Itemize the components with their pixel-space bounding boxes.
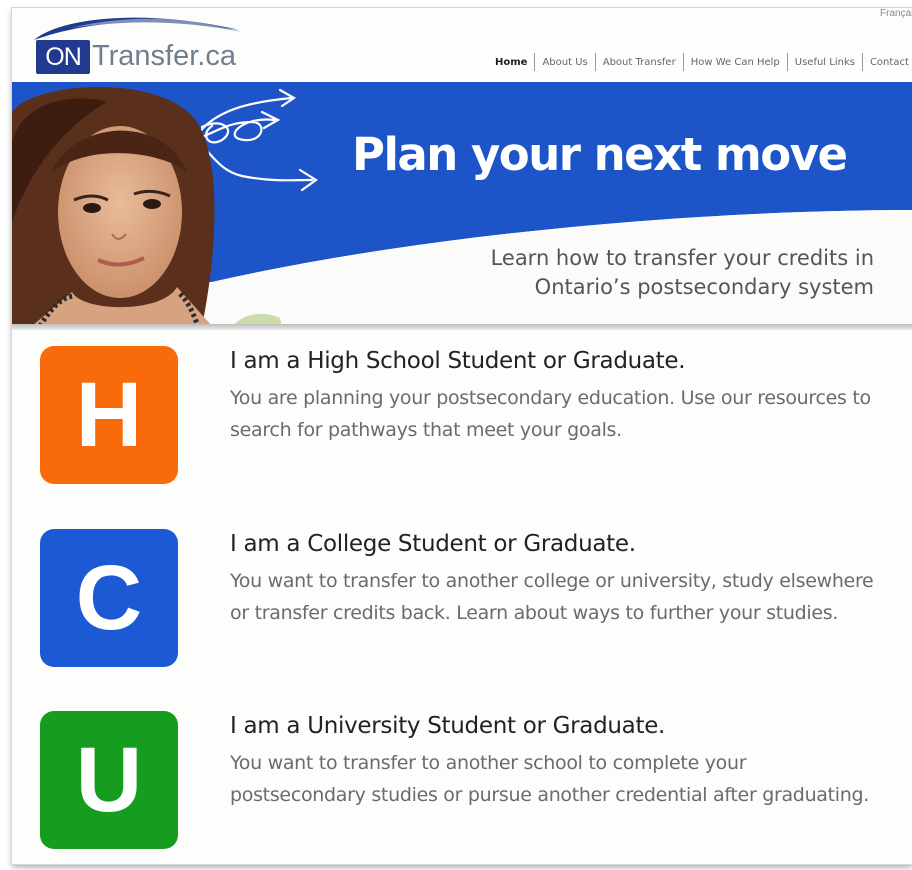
nav-about-us[interactable]: About Us xyxy=(535,57,594,68)
card-title[interactable]: I am a College Student or Graduate. xyxy=(230,531,636,557)
card-description-line: You want to transfer to another college … xyxy=(230,570,874,592)
card-description-line: search for pathways that meet your goals… xyxy=(230,419,622,441)
hero-banner: Plan your next move Learn how to transfe… xyxy=(12,82,912,326)
hero-subtitle-line: Learn how to transfer your credits in xyxy=(490,246,874,270)
nav-contact-us[interactable]: Contact Us xyxy=(863,57,912,68)
card-description-line: You are planning your postsecondary educ… xyxy=(230,387,871,409)
card-description-line: postsecondary studies or pursue another … xyxy=(230,784,870,806)
nav-how-we-can-help[interactable]: How We Can Help xyxy=(684,57,787,68)
card-description-line: or transfer credits back. Learn about wa… xyxy=(230,602,839,624)
college-badge-icon[interactable]: C xyxy=(40,529,178,667)
card-title[interactable]: I am a University Student or Graduate. xyxy=(230,713,665,739)
language-link[interactable]: Français xyxy=(880,8,912,19)
hero-divider xyxy=(12,324,912,330)
card-description: You want to transfer to another school t… xyxy=(230,747,910,811)
card-description: You want to transfer to another college … xyxy=(230,565,910,629)
high-school-badge-icon[interactable]: H xyxy=(40,346,178,484)
nav-about-transfer[interactable]: About Transfer xyxy=(596,57,683,68)
university-card[interactable]: U I am a University Student or Graduate.… xyxy=(40,711,910,851)
page: Français ON Transfer.ca Home About Us Ab… xyxy=(12,8,912,864)
high-school-card[interactable]: H I am a High School Student or Graduate… xyxy=(40,346,910,486)
hero-subtitle: Learn how to transfer your credits in On… xyxy=(434,244,874,302)
site-logo[interactable]: ON Transfer.ca xyxy=(30,10,270,80)
logo-transfer-text: Transfer.ca xyxy=(92,40,236,72)
nav-useful-links[interactable]: Useful Links xyxy=(788,57,862,68)
university-badge-icon[interactable]: U xyxy=(40,711,178,849)
card-description: You are planning your postsecondary educ… xyxy=(230,382,910,446)
card-title[interactable]: I am a High School Student or Graduate. xyxy=(230,348,686,374)
hero-title: Plan your next move xyxy=(352,128,848,181)
hero-subtitle-line: Ontario’s postsecondary system xyxy=(534,275,874,299)
main-nav: Home About Us About Transfer How We Can … xyxy=(488,52,912,72)
logo-on-text: ON xyxy=(36,40,90,74)
card-description-line: You want to transfer to another school t… xyxy=(230,752,747,774)
college-card[interactable]: C I am a College Student or Graduate. Yo… xyxy=(40,529,910,669)
nav-home[interactable]: Home xyxy=(488,57,534,68)
